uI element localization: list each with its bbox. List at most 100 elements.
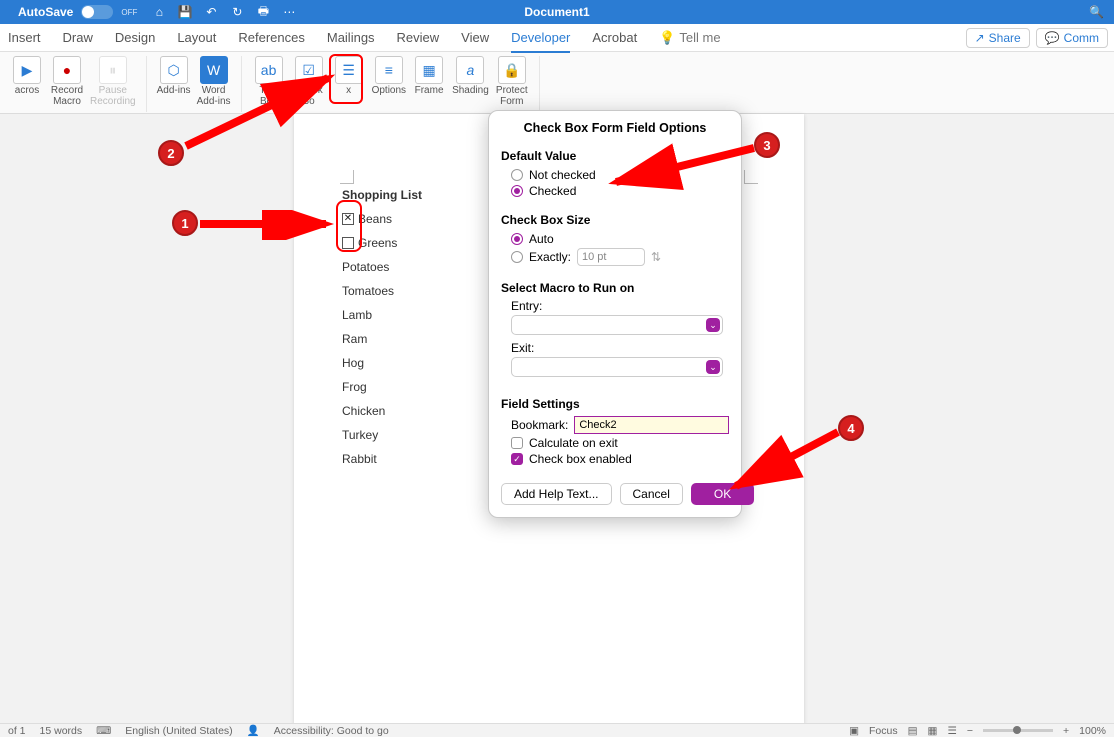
ribbon: ▶acros ●Record Macro ⏸Pause Recording ⬡A…: [0, 52, 1114, 114]
shading-icon: a: [456, 56, 484, 84]
item-frog: Frog: [342, 380, 422, 394]
frame-button[interactable]: ▦Frame: [412, 56, 446, 112]
tab-draw[interactable]: Draw: [63, 30, 93, 45]
macros-icon: ▶: [13, 56, 41, 84]
pause-recording-button: ⏸Pause Recording: [90, 56, 136, 112]
default-value-heading: Default Value: [501, 149, 729, 163]
field-settings-heading: Field Settings: [501, 397, 729, 411]
exactly-input[interactable]: [577, 248, 645, 266]
bookmark-label: Bookmark:: [511, 418, 568, 432]
item-tomatoes: Tomatoes: [342, 284, 422, 298]
lock-icon: 🔒: [498, 56, 526, 84]
item-hog: Hog: [342, 356, 422, 370]
share-button[interactable]: ↗ Share: [966, 28, 1030, 48]
item-potatoes: Potatoes: [342, 260, 422, 274]
print-icon[interactable]: 🖶: [255, 4, 271, 20]
accessibility-icon[interactable]: 👤: [247, 724, 260, 737]
tab-mailings[interactable]: Mailings: [327, 30, 375, 45]
pause-icon: ⏸: [99, 56, 127, 84]
titlebar: AutoSave OFF ⌂ 💾 ↶ ↻ 🖶 ⋯ Document1 🔍: [0, 0, 1114, 24]
radio-checked[interactable]: [511, 185, 523, 197]
radio-not-checked-row[interactable]: Not checked: [501, 167, 729, 183]
radio-exactly-row[interactable]: Exactly: ⇅: [501, 247, 729, 267]
add-help-text-button[interactable]: Add Help Text...: [501, 483, 612, 505]
radio-exactly[interactable]: [511, 251, 523, 263]
undo-icon[interactable]: ↶: [203, 4, 219, 20]
radio-not-checked[interactable]: [511, 169, 523, 181]
textbox-button[interactable]: abText Box: [252, 56, 286, 112]
badge-2: 2: [158, 140, 184, 166]
zoom-in-icon[interactable]: +: [1063, 725, 1069, 737]
tell-me[interactable]: 💡 Tell me: [659, 30, 720, 46]
calc-on-exit-checkbox[interactable]: [511, 437, 523, 449]
radio-checked-row[interactable]: Checked: [501, 183, 729, 199]
lang-icon[interactable]: ⌨: [96, 725, 111, 737]
item-ram: Ram: [342, 332, 422, 346]
save-icon[interactable]: 💾: [177, 4, 193, 20]
checkboxes-callout: [336, 200, 362, 252]
tab-review[interactable]: Review: [397, 30, 440, 45]
chevron-down-icon: ⌄: [706, 318, 720, 332]
page-status: of 1: [8, 725, 26, 737]
language-status[interactable]: English (United States): [125, 725, 232, 737]
item-chicken: Chicken: [342, 404, 422, 418]
tab-layout[interactable]: Layout: [177, 30, 216, 45]
checkbox-enabled-checkbox[interactable]: [511, 453, 523, 465]
accessibility-status[interactable]: Accessibility: Good to go: [274, 725, 389, 737]
cancel-button[interactable]: Cancel: [620, 483, 683, 505]
protect-form-button[interactable]: 🔒Protect Form: [495, 56, 529, 112]
addins-button[interactable]: ⬡Add-ins: [157, 56, 191, 112]
search-icon[interactable]: 🔍: [1089, 5, 1104, 19]
item-greens: Greens: [358, 236, 397, 250]
checkbox-options-dialog: Check Box Form Field Options Default Val…: [488, 110, 742, 518]
tab-design[interactable]: Design: [115, 30, 155, 45]
item-lamb: Lamb: [342, 308, 422, 322]
checkbox-button[interactable]: ☑Check Bo: [292, 56, 326, 112]
word-count[interactable]: 15 words: [40, 725, 83, 737]
autosave-state: OFF: [121, 8, 137, 17]
web-layout-icon[interactable]: ☰: [947, 725, 956, 737]
tab-references[interactable]: References: [238, 30, 304, 45]
zoom-level[interactable]: 100%: [1079, 725, 1106, 737]
record-macro-button[interactable]: ●Record Macro: [50, 56, 84, 112]
autosave-toggle[interactable]: [81, 5, 113, 19]
entry-combo[interactable]: ⌄: [511, 315, 723, 335]
ok-button[interactable]: OK: [691, 483, 754, 505]
status-bar: of 1 15 words ⌨ English (United States) …: [0, 723, 1114, 737]
tab-developer[interactable]: Developer: [511, 30, 570, 53]
macro-heading: Select Macro to Run on: [501, 281, 729, 295]
record-icon: ●: [53, 56, 81, 84]
read-mode-icon[interactable]: ▦: [928, 725, 938, 737]
tab-acrobat[interactable]: Acrobat: [592, 30, 637, 45]
margin-marker-tl: [340, 170, 354, 184]
zoom-slider[interactable]: [983, 729, 1053, 732]
macros-button[interactable]: ▶acros: [10, 56, 44, 112]
shading-button[interactable]: aShading: [452, 56, 489, 112]
radio-auto-row[interactable]: Auto: [501, 231, 729, 247]
print-layout-view-icon[interactable]: ▤: [908, 725, 918, 737]
bookmark-input[interactable]: [574, 416, 729, 434]
redo-icon[interactable]: ↻: [229, 4, 245, 20]
radio-auto[interactable]: [511, 233, 523, 245]
options-button[interactable]: ≡Options: [372, 56, 406, 112]
focus-icon[interactable]: ▣: [849, 725, 859, 737]
stepper-icon[interactable]: ⇅: [651, 250, 661, 264]
zoom-out-icon[interactable]: −: [967, 725, 973, 737]
addins-icon: ⬡: [160, 56, 188, 84]
checkbox-size-heading: Check Box Size: [501, 213, 729, 227]
word-addins-button[interactable]: WWord Add-ins: [197, 56, 231, 112]
badge-1: 1: [172, 210, 198, 236]
badge-3: 3: [754, 132, 780, 158]
exit-combo[interactable]: ⌄: [511, 357, 723, 377]
home-icon[interactable]: ⌂: [151, 4, 167, 20]
item-turkey: Turkey: [342, 428, 422, 442]
focus-label[interactable]: Focus: [869, 725, 898, 737]
entry-label: Entry:: [501, 299, 729, 313]
ribbon-tabs: Insert Draw Design Layout References Mai…: [0, 24, 1114, 52]
comments-button[interactable]: 💬 Comm: [1036, 28, 1108, 48]
dialog-title: Check Box Form Field Options: [489, 111, 741, 143]
tab-insert[interactable]: Insert: [8, 30, 41, 45]
document-name: Document1: [524, 5, 589, 19]
more-icon[interactable]: ⋯: [281, 4, 297, 20]
tab-view[interactable]: View: [461, 30, 489, 45]
